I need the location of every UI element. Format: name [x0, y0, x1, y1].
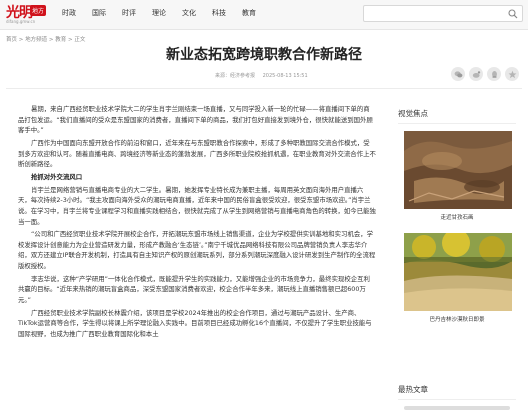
weibo-icon	[472, 70, 480, 78]
sidebar-list-placeholder	[404, 406, 510, 410]
share-weibo-button[interactable]	[469, 67, 483, 81]
article-paragraph: 李志华说，这种“产学研用”一体化合作模式，既能提升学生的实践能力，又能增强企业的…	[18, 274, 370, 305]
wechat-icon	[454, 70, 462, 77]
article-paragraph: 肖宇兰是网络营销与直播电商专业的大二学生。暑期，她发挥专业特长成为兼职主播，每周…	[18, 185, 376, 226]
focus-caption[interactable]: 走近甘孜石画	[398, 213, 516, 221]
nav-item-culture[interactable]: 文化	[182, 8, 212, 18]
logo-domain: difang.gmw.cn	[6, 19, 36, 24]
article-paragraph: “公司和广西经贸职业技术学院开展校企合作，开拓潮玩东盟市场线上销售渠道，企业为学…	[18, 230, 376, 271]
article-meta: 来源：经济参考报 2025-08-13 15:51	[215, 72, 314, 79]
title-divider	[6, 88, 522, 89]
breadcrumb: 首页 > 地方频道 > 教育 > 正文	[6, 37, 86, 43]
share-qzone-button[interactable]	[505, 67, 519, 81]
desert-photo	[404, 233, 512, 311]
article-source: 来源：经济参考报	[215, 73, 256, 79]
article-paragraph: 广西经贸职业技术学院副校长林震介绍，该项目是学校2024年推出的校企合作项目，通…	[18, 308, 372, 338]
focus-caption[interactable]: 巴丹吉林沙漠秋日即景	[398, 315, 516, 323]
nav-item-commentary[interactable]: 时评	[122, 8, 152, 18]
article-date: 2025-08-13 15:51	[262, 73, 308, 79]
sidebar-heading-latest: 最热文章	[398, 384, 516, 400]
focus-image-stone-painting[interactable]	[404, 131, 512, 209]
article-title: 新业态拓宽跨境职教合作新路径	[166, 47, 362, 63]
search-box	[363, 5, 523, 22]
article-body: 暑期，来自广西经贸职业技术学院大二的学生肖宇兰刚结束一场直播，又与同学投入新一轮…	[18, 104, 376, 342]
article-paragraph: 广西作为中国面向东盟开放合作的前沿和窗口，近年来在与东盟职教合作探索中，形成了多…	[18, 138, 376, 169]
nav-item-theory[interactable]: 理论	[152, 8, 182, 18]
article-subheading: 抢抓对外交流风口	[31, 172, 83, 181]
top-bar: 光明 地方 difang.gmw.cn 时政 国际 时评 理论 文化 科技 教育	[0, 0, 528, 30]
nav-item-international[interactable]: 国际	[92, 8, 122, 18]
logo-tag: 地方	[30, 5, 47, 16]
share-qq-button[interactable]	[487, 67, 501, 81]
sidebar-heading: 视觉焦点	[398, 108, 516, 124]
site-logo[interactable]: 光明 地方 difang.gmw.cn	[6, 2, 50, 26]
article-paragraph: 暑期，来自广西经贸职业技术学院大二的学生肖宇兰刚结束一场直播，又与同学投入新一轮…	[18, 105, 373, 135]
sidebar: 视觉焦点 走近甘孜石画 巴丹吉林沙漠秋日即景	[398, 108, 516, 335]
nav-item-politics[interactable]: 时政	[62, 8, 92, 18]
main-nav: 时政 国际 时评 理论 文化 科技 教育	[62, 8, 272, 18]
star-icon	[508, 70, 516, 78]
focus-image-desert[interactable]	[404, 233, 512, 311]
share-bar	[451, 67, 519, 81]
nav-item-tech[interactable]: 科技	[212, 8, 242, 18]
qq-icon	[491, 70, 497, 78]
search-input[interactable]	[364, 6, 502, 21]
rock-photo	[404, 131, 512, 209]
share-wechat-button[interactable]	[451, 67, 465, 81]
nav-item-education[interactable]: 教育	[242, 8, 272, 18]
search-icon[interactable]	[508, 9, 518, 19]
